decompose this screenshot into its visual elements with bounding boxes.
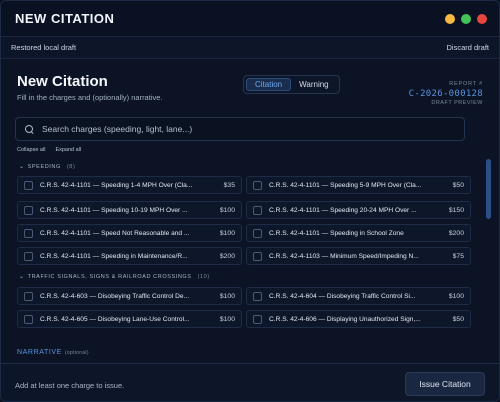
charge-row[interactable]: C.R.S. 42-4-1101 — Speeding in Maintenan…: [17, 247, 242, 265]
category-count: (10): [197, 273, 210, 280]
charge-checkbox[interactable]: [253, 180, 262, 190]
charges-scrollbar[interactable]: [486, 159, 492, 359]
draft-bar: Restored local draft Discard draft: [1, 37, 499, 59]
charge-row[interactable]: C.R.S. 42-4-1101 — Speeding 5-9 MPH Over…: [246, 176, 471, 194]
category-name: TRAFFIC SIGNALS, SIGNS & RAILROAD CROSSI…: [27, 273, 192, 280]
charge-checkbox[interactable]: [24, 251, 33, 261]
charge-row[interactable]: C.R.S. 42-4-1101 — Speeding 20-24 MPH Ov…: [246, 201, 471, 219]
charge-text: C.R.S. 42-4-604 — Disobeying Traffic Con…: [269, 292, 416, 300]
charge-amount: $150: [448, 206, 464, 214]
charge-amount: $50: [452, 315, 464, 323]
charge-amount: $35: [223, 181, 235, 189]
report-label: REPORT #: [449, 81, 483, 87]
draft-preview-label: DRAFT PREVIEW: [431, 100, 483, 106]
charge-row[interactable]: C.R.S. 42-4-1101 — Speeding 10-19 MPH Ov…: [17, 201, 242, 219]
charge-amount: $100: [219, 292, 235, 300]
narrative-heading[interactable]: NARRATIVE (optional): [17, 349, 89, 356]
page-header: New Citation Fill in the charges and (op…: [1, 59, 499, 115]
charge-text: C.R.S. 42-4-1101 — Speeding 1-4 MPH Over…: [40, 181, 193, 189]
charge-checkbox[interactable]: [24, 180, 33, 190]
charge-text: C.R.S. 42-4-605 — Disobeying Lane-Use Co…: [40, 315, 190, 323]
narrative-optional-label: (optional): [64, 350, 89, 356]
minimize-button[interactable]: [445, 14, 455, 24]
citation-window: NEW CITATION Restored local draft Discar…: [0, 0, 500, 402]
charge-checkbox[interactable]: [253, 314, 262, 324]
charge-amount: $200: [448, 229, 464, 237]
charge-amount: $75: [452, 252, 464, 260]
collapse-controls: Collapse all Expand all: [17, 147, 81, 153]
charge-text: C.R.S. 42-4-603 — Disobeying Traffic Con…: [40, 292, 190, 300]
charge-checkbox[interactable]: [253, 251, 262, 261]
category-header-speeding[interactable]: ⌄ SPEEDING (8): [19, 163, 76, 171]
discard-draft-link[interactable]: Discard draft: [446, 43, 489, 52]
citation-type-toggle: Citation Warning: [243, 75, 340, 94]
category-name: SPEEDING: [27, 163, 61, 170]
charge-row[interactable]: C.R.S. 42-4-606 — Displaying Unauthorize…: [246, 310, 471, 328]
charges-panel: Collapse all Expand all ⌄ SPEEDING (8) C…: [1, 115, 499, 361]
narrative-label: NARRATIVE: [17, 349, 62, 356]
draft-status: Restored local draft: [11, 43, 77, 52]
charge-row[interactable]: C.R.S. 42-4-604 — Disobeying Traffic Con…: [246, 287, 471, 305]
tab-citation[interactable]: Citation: [246, 78, 292, 91]
charge-row[interactable]: C.R.S. 42-4-1101 — Speeding 1-4 MPH Over…: [17, 176, 242, 194]
charge-checkbox[interactable]: [24, 205, 33, 215]
collapse-all-link[interactable]: Collapse all: [17, 147, 45, 153]
window-controls: [445, 14, 487, 24]
expand-all-link[interactable]: Expand all: [55, 147, 81, 153]
charge-text: C.R.S. 42-4-1101 — Speeding in Maintenan…: [40, 252, 188, 260]
search-icon: [25, 124, 34, 134]
charge-text: C.R.S. 42-4-1101 — Speeding in School Zo…: [269, 229, 404, 237]
charge-amount: $100: [448, 292, 464, 300]
charge-search[interactable]: [15, 117, 465, 141]
charge-text: C.R.S. 42-4-1101 — Speeding 20-24 MPH Ov…: [269, 206, 417, 214]
charge-row[interactable]: C.R.S. 42-4-605 — Disobeying Lane-Use Co…: [17, 310, 242, 328]
charge-row[interactable]: C.R.S. 42-4-1101 — Speed Not Reasonable …: [17, 224, 242, 242]
charge-amount: $200: [219, 252, 235, 260]
charge-amount: $100: [219, 315, 235, 323]
charge-text: C.R.S. 42-4-1103 — Minimum Speed/Impedin…: [269, 252, 419, 260]
page-title: New Citation: [17, 73, 108, 90]
report-number: C-2026-000128: [408, 89, 483, 99]
charge-amount: $100: [219, 229, 235, 237]
charge-checkbox[interactable]: [253, 228, 262, 238]
charge-row[interactable]: C.R.S. 42-4-1101 — Speeding in School Zo…: [246, 224, 471, 242]
category-header-traffic-signals[interactable]: ⌄ TRAFFIC SIGNALS, SIGNS & RAILROAD CROS…: [19, 273, 210, 281]
issue-citation-button[interactable]: Issue Citation: [405, 372, 485, 396]
chevron-down-icon: ⌄: [19, 274, 25, 280]
charge-checkbox[interactable]: [24, 314, 33, 324]
footer-bar: Add at least one charge to issue. Issue …: [1, 363, 499, 401]
charge-row[interactable]: C.R.S. 42-4-603 — Disobeying Traffic Con…: [17, 287, 242, 305]
charge-row[interactable]: C.R.S. 42-4-1103 — Minimum Speed/Impedin…: [246, 247, 471, 265]
report-info: REPORT # C-2026-000128 DRAFT PREVIEW: [409, 81, 483, 106]
charge-checkbox[interactable]: [24, 291, 33, 301]
charge-text: C.R.S. 42-4-1101 — Speeding 5-9 MPH Over…: [269, 181, 422, 189]
window-title: NEW CITATION: [15, 11, 115, 26]
charge-checkbox[interactable]: [253, 205, 262, 215]
maximize-button[interactable]: [461, 14, 471, 24]
scrollbar-thumb[interactable]: [486, 159, 491, 219]
charge-checkbox[interactable]: [253, 291, 262, 301]
charge-checkbox[interactable]: [24, 228, 33, 238]
tab-warning[interactable]: Warning: [291, 78, 337, 91]
charge-text: C.R.S. 42-4-1101 — Speeding 10-19 MPH Ov…: [40, 206, 188, 214]
footer-message: Add at least one charge to issue.: [15, 381, 125, 390]
charge-text: C.R.S. 42-4-1101 — Speed Not Reasonable …: [40, 229, 190, 237]
charge-amount: $100: [219, 206, 235, 214]
title-bar: NEW CITATION: [1, 1, 499, 37]
category-count: (8): [66, 163, 76, 170]
search-input[interactable]: [42, 124, 442, 134]
close-button[interactable]: [477, 14, 487, 24]
charge-amount: $50: [452, 181, 464, 189]
page-subtitle: Fill in the charges and (optionally) nar…: [17, 93, 163, 102]
charge-text: C.R.S. 42-4-606 — Displaying Unauthorize…: [269, 315, 421, 323]
chevron-down-icon: ⌄: [19, 164, 25, 170]
